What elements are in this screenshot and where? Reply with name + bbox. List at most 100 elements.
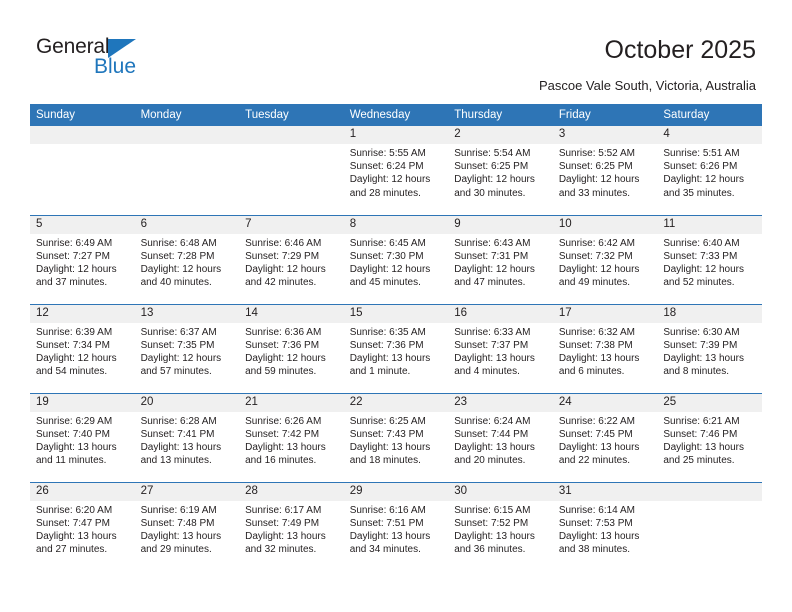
weekday-header-thursday: Thursday: [448, 104, 553, 126]
day-number: 23: [448, 393, 553, 412]
day-number: 11: [657, 215, 762, 234]
calendar-day-cell[interactable]: 3 Sunrise: 5:52 AM Sunset: 6:25 PM Daylight…: [552, 126, 658, 215]
calendar-day-cell[interactable]: 2 Sunrise: 5:54 AM Sunset: 6:25 PM Daylight…: [448, 126, 553, 215]
day-number: 16: [448, 304, 553, 323]
day-detail: Sunrise: 6:29 AM Sunset: 7:40 PM Daylight:…: [30, 412, 135, 468]
calendar-day-cell[interactable]: 13 Sunrise: 6:37 AM Sunset: 7:35 PM Dayligh…: [134, 303, 240, 393]
sunset-text: Sunset: 7:28 PM: [140, 250, 215, 262]
day-detail: Sunrise: 6:49 AM Sunset: 7:27 PM Daylight:…: [30, 234, 135, 290]
day-number: 15: [343, 304, 449, 323]
calendar-day-cell[interactable]: 9 Sunrise: 6:43 AM Sunset: 7:31 PM Daylight…: [448, 214, 553, 304]
sunset-text: Sunset: 7:35 PM: [140, 339, 215, 351]
sunrise-text: Sunrise: 6:33 AM: [454, 326, 531, 338]
calendar-day-cell[interactable]: 6 Sunrise: 6:48 AM Sunset: 7:28 PM Daylight…: [134, 214, 240, 304]
sunset-text: Sunset: 7:51 PM: [349, 517, 424, 529]
calendar-day-cell[interactable]: 25 Sunrise: 6:21 AM Sunset: 7:46 PM Dayligh…: [657, 392, 762, 482]
calendar-day-cell[interactable]: 30 Sunrise: 6:15 AM Sunset: 7:52 PM Dayligh…: [448, 481, 553, 571]
calendar-day-cell-empty: [134, 126, 240, 215]
sunrise-text: Sunrise: 6:20 AM: [36, 504, 113, 516]
weekday-header-row: Sunday Monday Tuesday Wednesday Thursday…: [30, 104, 762, 126]
daylight-text: Daylight: 12 hours and 49 minutes.: [558, 263, 640, 289]
daylight-text: Daylight: 13 hours and 22 minutes.: [558, 441, 640, 467]
calendar-day-cell[interactable]: 28 Sunrise: 6:17 AM Sunset: 7:49 PM Dayligh…: [239, 481, 344, 571]
sunset-text: Sunset: 7:41 PM: [140, 428, 215, 440]
day-number: 10: [552, 215, 658, 234]
day-number: 1: [343, 126, 449, 144]
page-subtitle-location: Pascoe Vale South, Victoria, Australia: [538, 78, 756, 93]
daylight-text: Daylight: 12 hours and 45 minutes.: [349, 263, 431, 289]
day-detail: Sunrise: 6:48 AM Sunset: 7:28 PM Daylight:…: [135, 234, 240, 290]
day-number: 8: [343, 215, 449, 234]
sunrise-text: Sunrise: 6:26 AM: [245, 415, 322, 427]
sunrise-text: Sunrise: 6:25 AM: [349, 415, 426, 427]
day-detail: Sunrise: 6:16 AM Sunset: 7:51 PM Daylight:…: [344, 501, 449, 557]
calendar-day-cell[interactable]: 15 Sunrise: 6:35 AM Sunset: 7:36 PM Dayligh…: [343, 303, 449, 393]
sunrise-text: Sunrise: 6:21 AM: [663, 415, 740, 427]
daylight-text: Daylight: 13 hours and 4 minutes.: [454, 352, 535, 378]
sunrise-text: Sunrise: 6:32 AM: [558, 326, 635, 338]
daylight-text: Daylight: 13 hours and 6 minutes.: [558, 352, 640, 378]
weekday-header-tuesday: Tuesday: [239, 104, 344, 126]
calendar-day-cell[interactable]: 31 Sunrise: 6:14 AM Sunset: 7:53 PM Dayligh…: [552, 481, 658, 571]
calendar-day-cell[interactable]: 12 Sunrise: 6:39 AM Sunset: 7:34 PM Dayligh…: [30, 303, 135, 393]
daylight-text: Daylight: 13 hours and 1 minute.: [349, 352, 431, 378]
calendar-day-cell[interactable]: 21 Sunrise: 6:26 AM Sunset: 7:42 PM Dayligh…: [239, 392, 344, 482]
day-number: 12: [30, 304, 135, 323]
calendar-day-cell[interactable]: 18 Sunrise: 6:30 AM Sunset: 7:39 PM Dayligh…: [657, 303, 762, 393]
calendar-day-cell[interactable]: 16 Sunrise: 6:33 AM Sunset: 7:37 PM Dayligh…: [448, 303, 553, 393]
day-detail: Sunrise: 5:55 AM Sunset: 6:24 PM Daylight:…: [344, 144, 449, 200]
sunset-text: Sunset: 7:36 PM: [349, 339, 424, 351]
calendar-day-cell[interactable]: 22 Sunrise: 6:25 AM Sunset: 7:43 PM Dayligh…: [343, 392, 449, 482]
calendar-day-cell[interactable]: 10 Sunrise: 6:42 AM Sunset: 7:32 PM Dayligh…: [552, 214, 658, 304]
calendar-day-cell[interactable]: 29 Sunrise: 6:16 AM Sunset: 7:51 PM Dayligh…: [343, 481, 449, 571]
calendar-day-cell[interactable]: 23 Sunrise: 6:24 AM Sunset: 7:44 PM Dayligh…: [448, 392, 553, 482]
calendar-day-cell[interactable]: 27 Sunrise: 6:19 AM Sunset: 7:48 PM Dayligh…: [134, 481, 240, 571]
calendar-day-cell[interactable]: 24 Sunrise: 6:22 AM Sunset: 7:45 PM Dayligh…: [552, 392, 658, 482]
daylight-text: Daylight: 13 hours and 11 minutes.: [36, 441, 117, 467]
page-title-month: October 2025: [604, 36, 757, 64]
calendar-day-cell[interactable]: 1 Sunrise: 5:55 AM Sunset: 6:24 PM Daylight…: [343, 126, 449, 215]
sunrise-text: Sunrise: 6:19 AM: [140, 504, 217, 516]
day-detail: Sunrise: 6:33 AM Sunset: 7:37 PM Daylight:…: [448, 323, 553, 379]
day-number: 6: [134, 215, 240, 234]
day-number: 29: [343, 482, 449, 501]
calendar-day-cell[interactable]: 17 Sunrise: 6:32 AM Sunset: 7:38 PM Dayligh…: [552, 303, 658, 393]
day-number: 20: [134, 393, 240, 412]
weekday-header-sunday: Sunday: [30, 104, 135, 126]
day-detail: Sunrise: 6:21 AM Sunset: 7:46 PM Daylight:…: [657, 412, 762, 468]
day-detail: Sunrise: 6:25 AM Sunset: 7:43 PM Daylight:…: [344, 412, 449, 468]
day-detail: Sunrise: 6:42 AM Sunset: 7:32 PM Daylight:…: [553, 234, 658, 290]
day-detail: Sunrise: 6:46 AM Sunset: 7:29 PM Daylight:…: [239, 234, 344, 290]
sunrise-text: Sunrise: 6:39 AM: [36, 326, 113, 338]
calendar-day-cell[interactable]: 11 Sunrise: 6:40 AM Sunset: 7:33 PM Dayligh…: [657, 214, 762, 304]
day-number: [239, 126, 344, 144]
day-detail: Sunrise: 5:52 AM Sunset: 6:25 PM Daylight:…: [553, 144, 658, 200]
general-blue-logo[interactable]: General Blue: [36, 36, 156, 82]
sunset-text: Sunset: 7:39 PM: [663, 339, 738, 351]
sunset-text: Sunset: 7:31 PM: [454, 250, 529, 262]
calendar-day-cell[interactable]: 19 Sunrise: 6:29 AM Sunset: 7:40 PM Dayligh…: [30, 392, 135, 482]
day-detail: Sunrise: 6:43 AM Sunset: 7:31 PM Daylight:…: [448, 234, 553, 290]
calendar-day-cell[interactable]: 8 Sunrise: 6:45 AM Sunset: 7:30 PM Daylight…: [343, 214, 449, 304]
sunset-text: Sunset: 7:53 PM: [558, 517, 633, 529]
calendar-day-cell[interactable]: 4 Sunrise: 5:51 AM Sunset: 6:26 PM Daylight…: [657, 126, 762, 215]
sunset-text: Sunset: 6:24 PM: [349, 161, 424, 173]
calendar-day-cell[interactable]: 7 Sunrise: 6:46 AM Sunset: 7:29 PM Daylight…: [239, 214, 344, 304]
calendar-week-row: 26 Sunrise: 6:20 AM Sunset: 7:47 PM Dayligh…: [30, 481, 762, 571]
daylight-text: Daylight: 13 hours and 27 minutes.: [36, 530, 117, 556]
calendar-day-cell[interactable]: 5 Sunrise: 6:49 AM Sunset: 7:27 PM Daylight…: [30, 214, 135, 304]
calendar-day-cell[interactable]: 20 Sunrise: 6:28 AM Sunset: 7:41 PM Dayligh…: [134, 392, 240, 482]
calendar-table: Sunday Monday Tuesday Wednesday Thursday…: [30, 104, 762, 571]
daylight-text: Daylight: 13 hours and 25 minutes.: [663, 441, 744, 467]
calendar-day-cell[interactable]: 14 Sunrise: 6:36 AM Sunset: 7:36 PM Dayligh…: [239, 303, 344, 393]
calendar-day-cell[interactable]: 26 Sunrise: 6:20 AM Sunset: 7:47 PM Dayligh…: [30, 481, 135, 571]
sunrise-text: Sunrise: 6:29 AM: [36, 415, 113, 427]
sunrise-text: Sunrise: 6:46 AM: [245, 237, 322, 249]
daylight-text: Daylight: 12 hours and 47 minutes.: [454, 263, 535, 289]
day-detail: Sunrise: 6:28 AM Sunset: 7:41 PM Daylight:…: [135, 412, 240, 468]
daylight-text: Daylight: 12 hours and 30 minutes.: [454, 174, 535, 199]
sunset-text: Sunset: 7:48 PM: [140, 517, 215, 529]
sunrise-text: Sunrise: 6:36 AM: [245, 326, 322, 338]
day-detail: Sunrise: 6:40 AM Sunset: 7:33 PM Daylight:…: [657, 234, 762, 290]
logo-text-blue: Blue: [94, 55, 137, 78]
